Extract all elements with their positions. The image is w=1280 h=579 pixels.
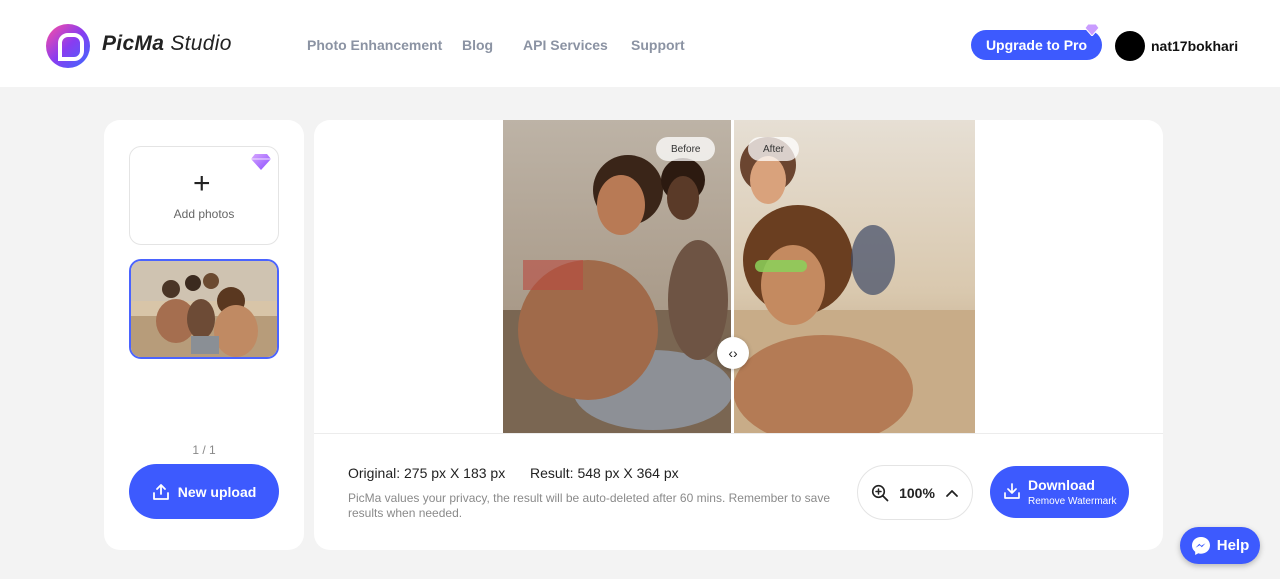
nav-api-services[interactable]: API Services xyxy=(523,37,608,53)
avatar[interactable] xyxy=(1115,31,1145,61)
zoom-in-icon xyxy=(871,484,889,501)
after-label: After xyxy=(748,137,800,161)
preview-panel: Before After ‹ › Original: 275 px X 183 … xyxy=(314,120,1163,550)
chevron-up-icon[interactable] xyxy=(945,488,959,498)
download-label: Download xyxy=(1028,477,1095,493)
upload-icon xyxy=(152,483,169,500)
photo-list-panel: + Add photos 1 / 1 New upload xyxy=(104,120,304,550)
top-header: PicMa Studio Photo Enhancement Blog API … xyxy=(0,0,1280,87)
divider xyxy=(314,433,1163,434)
add-photos-card[interactable]: + Add photos xyxy=(129,146,279,245)
download-button[interactable]: Download Remove Watermark xyxy=(990,466,1129,518)
upgrade-label: Upgrade to Pro xyxy=(985,37,1088,53)
new-upload-label: New upload xyxy=(177,483,257,500)
page-counter: 1 / 1 xyxy=(192,443,216,457)
compare-divider[interactable] xyxy=(731,120,734,433)
plus-icon: + xyxy=(193,167,211,200)
remove-watermark-label: Remove Watermark xyxy=(1028,496,1117,507)
username[interactable]: nat17bokhari xyxy=(1151,38,1238,54)
messenger-icon xyxy=(1191,536,1210,555)
before-label: Before xyxy=(656,137,716,161)
diamond-icon xyxy=(251,154,271,170)
original-size: Original: 275 px X 183 px xyxy=(348,465,506,481)
nav-blog[interactable]: Blog xyxy=(462,37,493,53)
photo-thumbnail[interactable] xyxy=(129,259,279,359)
zoom-level: 100% xyxy=(899,484,935,501)
chevron-right-icon: › xyxy=(733,345,738,361)
compare-slider-handle[interactable]: ‹ › xyxy=(717,337,749,369)
before-after-image xyxy=(503,120,975,433)
picma-logo-icon[interactable] xyxy=(46,24,90,68)
nav-photo-enhancement[interactable]: Photo Enhancement xyxy=(307,37,442,53)
result-size: Result: 548 px X 364 px xyxy=(530,465,679,481)
add-photos-label: Add photos xyxy=(173,207,235,221)
diamond-icon xyxy=(1085,24,1099,36)
zoom-control[interactable]: 100% xyxy=(857,465,973,520)
help-label: Help xyxy=(1216,537,1250,554)
nav-support[interactable]: Support xyxy=(631,37,685,53)
upgrade-to-pro-button[interactable]: Upgrade to Pro xyxy=(971,30,1102,60)
download-icon xyxy=(1004,483,1020,499)
brand-name[interactable]: PicMa Studio xyxy=(102,32,232,56)
thumbnail-image xyxy=(131,261,277,357)
privacy-note: PicMa values your privacy, the result wi… xyxy=(348,491,830,520)
help-button[interactable]: Help xyxy=(1180,527,1260,564)
before-after-compare[interactable]: Before After ‹ › xyxy=(503,120,975,433)
new-upload-button[interactable]: New upload xyxy=(129,464,279,519)
